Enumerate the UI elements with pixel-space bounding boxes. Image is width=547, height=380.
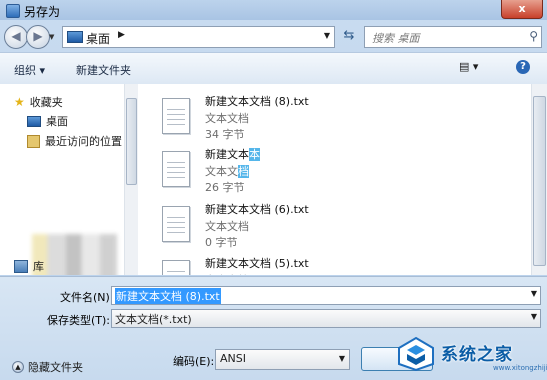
new-folder-button[interactable]: 新建文件夹 — [76, 62, 131, 78]
nav-item-label: 最近访问的位置 — [45, 135, 122, 148]
breadcrumb-location[interactable]: 桌面 — [86, 30, 110, 47]
window-title: 另存为 — [24, 5, 61, 19]
forward-button[interactable]: ▶ — [26, 25, 50, 49]
file-name: 新建文本本 — [205, 146, 260, 162]
file-size: 26 字节 — [205, 181, 245, 194]
search-icon[interactable]: ⚲ — [529, 29, 538, 43]
watermark-logo — [398, 336, 434, 372]
file-type-highlight: 档 — [238, 165, 249, 178]
recent-pages-dropdown[interactable]: ▼ — [49, 33, 54, 41]
refresh-icon[interactable]: ⇆ — [338, 26, 360, 46]
search-input[interactable]: 搜索 桌面 ⚲ — [364, 26, 542, 48]
recent-places-icon — [27, 134, 40, 148]
help-icon[interactable]: ? — [516, 60, 530, 74]
hide-folders-label: 隐藏文件夹 — [28, 361, 83, 374]
nav-item-recent-places[interactable]: 最近访问的位置 — [27, 133, 122, 149]
text-document-icon — [162, 151, 190, 187]
text-document-icon — [162, 260, 190, 275]
nav-item-favorites[interactable]: ★ 收藏夹 — [14, 94, 63, 110]
file-type: 文本文档 — [205, 163, 249, 179]
file-item[interactable]: 新建文本文档 (6).txt 文本文档 0 字节 — [162, 198, 482, 254]
text-document-icon — [162, 206, 190, 242]
file-name-highlight: 本 — [249, 148, 260, 161]
save-type-select[interactable]: 文本文档(*.txt) ▼ — [111, 309, 541, 328]
nav-item-label: 收藏夹 — [29, 96, 63, 109]
save-type-value: 文本文档(*.txt) — [115, 313, 192, 326]
file-size: 0 字节 — [205, 236, 238, 249]
library-icon — [14, 259, 28, 273]
chevron-right-icon[interactable]: ▶ — [118, 30, 125, 40]
filename-label: 文件名(N): — [60, 291, 114, 304]
address-bar[interactable]: 桌面 ▶ ▼ — [62, 26, 335, 48]
file-type: 文本文档 — [205, 272, 249, 275]
save-as-dialog: 另存为 x ◀ ▶ ▼ 桌面 ▶ ▼ ⇆ 搜索 桌面 ⚲ 组织 ▾ 新建文件夹 … — [0, 0, 547, 380]
view-options-button[interactable]: ▤ ▾ — [459, 60, 497, 76]
nav-scrollbar-thumb[interactable] — [126, 98, 137, 185]
desktop-icon — [67, 31, 83, 43]
file-item[interactable]: 新建文本文档 (5).txt 文本文档 — [162, 252, 482, 275]
nav-item-label: 桌面 — [46, 115, 68, 128]
chevron-down-icon[interactable]: ▼ — [531, 289, 537, 298]
window-icon — [6, 4, 20, 18]
file-list-scrollbar-thumb[interactable] — [533, 96, 546, 266]
desktop-icon — [27, 115, 41, 127]
chevron-down-icon[interactable]: ▼ — [339, 354, 345, 363]
address-row: ◀ ▶ ▼ 桌面 ▶ ▼ ⇆ 搜索 桌面 ⚲ — [0, 20, 547, 52]
file-list: 新建文本文档 (8).txt 文本文档 34 字节 新建文本本 文本文档 26 … — [138, 84, 533, 275]
file-name: 新建文本文档 (5).txt — [205, 257, 309, 270]
file-type: 文本文档 — [205, 112, 249, 125]
file-name-part: 新建文本 — [205, 148, 249, 161]
encoding-label: 编码(E): — [173, 355, 215, 368]
star-icon: ★ — [14, 95, 25, 109]
file-type: 文本文档 — [205, 220, 249, 233]
watermark-text: 系统之家 — [441, 345, 513, 365]
file-name: 新建文本文档 (8).txt — [205, 95, 309, 108]
nav-item-libraries[interactable]: 库 — [14, 258, 44, 274]
filename-input[interactable]: 新建文本文档 (8).txt ▼ — [111, 286, 541, 305]
encoding-select[interactable]: ANSI ▼ — [215, 349, 350, 370]
title-bar: 另存为 x — [0, 0, 547, 20]
chevron-down-icon[interactable]: ▼ — [324, 31, 330, 40]
nav-item-label: 库 — [33, 260, 44, 273]
text-document-icon — [162, 98, 190, 134]
blurred-region — [32, 234, 117, 275]
hide-folders-button[interactable]: ▲ 隐藏文件夹 — [12, 359, 83, 375]
close-button[interactable]: x — [501, 0, 543, 19]
site-watermark: 系统之家 www.xitongzhijia.net — [397, 334, 547, 379]
file-item[interactable]: 新建文本文档 (8).txt 文本文档 34 字节 — [162, 90, 482, 146]
watermark-url: www.xitongzhijia.net — [493, 364, 547, 372]
chevron-up-icon: ▲ — [12, 361, 24, 373]
nav-item-desktop[interactable]: 桌面 — [27, 113, 68, 129]
encoding-value: ANSI — [220, 352, 246, 365]
organize-button[interactable]: 组织 ▾ — [14, 62, 45, 78]
back-button[interactable]: ◀ — [4, 25, 28, 49]
command-bar: 组织 ▾ 新建文件夹 ▤ ▾ ? — [0, 52, 547, 85]
save-type-label: 保存类型(T): — [47, 314, 111, 327]
file-name: 新建文本文档 (6).txt — [205, 203, 309, 216]
filename-value: 新建文本文档 (8).txt — [115, 288, 221, 304]
file-item[interactable]: 新建文本本 文本文档 26 字节 — [162, 143, 482, 199]
file-size: 34 字节 — [205, 128, 245, 141]
search-placeholder: 搜索 桌面 — [372, 32, 420, 45]
navigation-pane: ★ 收藏夹 桌面 最近访问的位置 库 — [0, 84, 138, 275]
chevron-down-icon[interactable]: ▼ — [531, 312, 537, 321]
file-type-part: 文本文 — [205, 165, 238, 178]
